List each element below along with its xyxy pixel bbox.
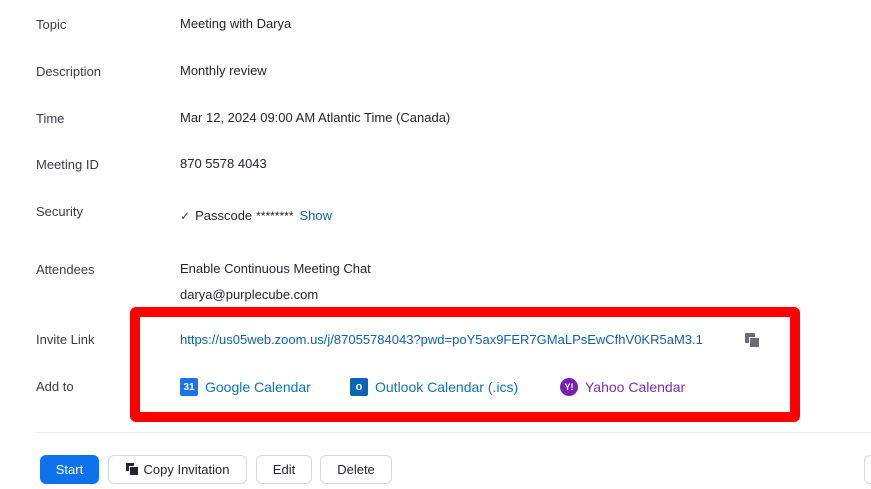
description-label: Description [36, 64, 102, 79]
edit-button[interactable]: Edit [256, 455, 312, 484]
google-calendar-icon: 31 [180, 378, 198, 396]
meeting-id-label: Meeting ID [36, 157, 99, 172]
yahoo-icon: Y! [560, 378, 578, 396]
show-passcode-link[interactable]: Show [300, 208, 333, 223]
security-value: ✓ Passcode ******** Show [180, 208, 332, 223]
copy-invitation-label: Copy Invitation [143, 462, 230, 477]
continuous-chat-text: Enable Continuous Meeting Chat [180, 261, 371, 276]
description-value: Monthly review [180, 63, 267, 78]
passcode-masked: ******** [256, 209, 294, 223]
yahoo-calendar-link[interactable]: Y! Yahoo Calendar [560, 378, 685, 396]
outlook-icon: o [350, 378, 368, 396]
invite-link-url[interactable]: https://us05web.zoom.us/j/87055784043?pw… [180, 332, 703, 347]
invite-link-row: https://us05web.zoom.us/j/87055784043?pw… [180, 332, 703, 347]
google-calendar-link[interactable]: 31 Google Calendar [180, 378, 311, 396]
check-icon: ✓ [180, 209, 191, 223]
add-to-label: Add to [36, 379, 74, 394]
attendee-email: darya@purplecube.com [180, 287, 319, 302]
copy-invitation-button[interactable]: Copy Invitation [108, 455, 247, 484]
more-button[interactable] [864, 455, 871, 484]
meeting-id-value: 870 5578 4043 [180, 156, 267, 171]
highlight-box [130, 307, 800, 422]
attendees-label: Attendees [36, 262, 95, 277]
security-label: Security [36, 204, 83, 219]
copy-icon [125, 463, 139, 476]
outlook-calendar-link[interactable]: o Outlook Calendar (.ics) [350, 378, 518, 396]
divider [36, 432, 871, 433]
outlook-calendar-label: Outlook Calendar (.ics) [375, 379, 519, 395]
topic-label: Topic [36, 17, 67, 32]
google-calendar-label: Google Calendar [205, 379, 311, 395]
invite-link-label: Invite Link [36, 332, 95, 347]
time-label: Time [36, 111, 65, 126]
time-value: Mar 12, 2024 09:00 AM Atlantic Time (Can… [180, 110, 451, 125]
passcode-label: Passcode [195, 208, 253, 223]
start-button[interactable]: Start [40, 455, 99, 484]
yahoo-calendar-label: Yahoo Calendar [585, 379, 686, 395]
delete-button[interactable]: Delete [320, 455, 392, 484]
topic-value: Meeting with Darya [180, 16, 292, 31]
copy-link-icon[interactable] [745, 333, 761, 349]
